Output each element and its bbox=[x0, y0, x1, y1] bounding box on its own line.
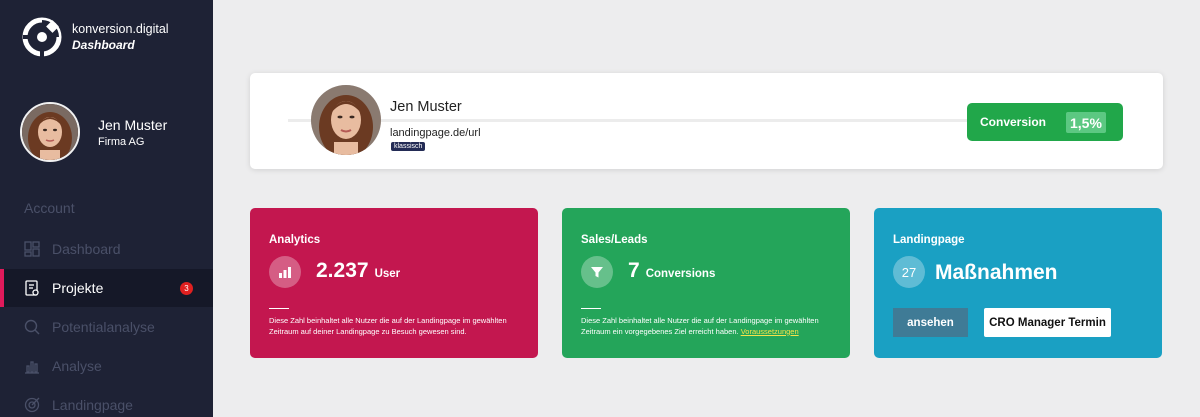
profile-divider bbox=[288, 119, 988, 122]
project-icon bbox=[24, 280, 40, 296]
target-icon bbox=[24, 397, 40, 413]
user-company: Firma AG bbox=[98, 135, 145, 148]
nav-section-account: Account bbox=[24, 200, 75, 216]
sales-leads-card: Sales/Leads 7 Conversions Diese Zahl bei… bbox=[562, 208, 850, 358]
analytics-card: Analytics 2.237 User Diese Zahl beinhalt… bbox=[250, 208, 538, 358]
measures-count-badge: 27 bbox=[893, 256, 925, 288]
sidebar-item-label: Potentialanalyse bbox=[52, 319, 155, 335]
analytics-unit: User bbox=[374, 268, 401, 280]
landingpage-card: Landingpage 27 Maßnahmen ansehen CRO Man… bbox=[874, 208, 1162, 358]
project-owner-name: Jen Muster bbox=[390, 99, 462, 115]
sidebar-item-projekte[interactable]: Projekte 3 bbox=[0, 269, 213, 307]
conversion-value: 1,5% bbox=[1066, 112, 1106, 133]
konversion-logo-icon bbox=[22, 17, 62, 57]
sidebar-item-analyse[interactable]: Analyse bbox=[0, 347, 213, 385]
sidebar: konversion.digital Dashboard Jen Muster … bbox=[0, 0, 213, 417]
sidebar-item-landingpage[interactable]: Landingpage bbox=[0, 386, 213, 417]
sales-description: Diese Zahl beinhaltet alle Nutzer die au… bbox=[581, 316, 841, 337]
project-avatar bbox=[311, 85, 381, 155]
funnel-icon bbox=[581, 256, 613, 288]
user-profile[interactable]: Jen Muster Firma AG bbox=[20, 102, 167, 162]
conversion-label: Conversion bbox=[980, 115, 1047, 129]
sidebar-item-label: Projekte bbox=[52, 280, 104, 296]
notification-badge: 3 bbox=[180, 282, 193, 295]
dashboard-icon bbox=[24, 241, 40, 257]
card-divider bbox=[269, 308, 289, 309]
card-divider bbox=[581, 308, 601, 309]
analytics-value: 2.237 bbox=[316, 259, 369, 282]
project-url[interactable]: landingpage.de/url bbox=[390, 127, 481, 139]
conversion-box: Conversion 1,5% bbox=[967, 103, 1123, 141]
sidebar-nav: Dashboard Projekte 3 Potentialanalyse An… bbox=[0, 230, 213, 417]
sales-value: 7 bbox=[628, 259, 640, 282]
measures-label: Maßnahmen bbox=[935, 261, 1058, 284]
sales-unit: Conversions bbox=[645, 268, 716, 280]
sidebar-item-potentialanalyse[interactable]: Potentialanalyse bbox=[0, 308, 213, 346]
avatar bbox=[20, 102, 80, 162]
bar-chart-icon bbox=[24, 358, 40, 374]
cro-manager-appointment-button[interactable]: CRO Manager Termin bbox=[984, 308, 1111, 337]
user-name: Jen Muster bbox=[98, 116, 168, 133]
sidebar-item-dashboard[interactable]: Dashboard bbox=[0, 230, 213, 268]
search-icon bbox=[24, 319, 40, 335]
sidebar-item-label: Landingpage bbox=[52, 397, 133, 413]
analytics-description: Diese Zahl beinhaltet alle Nutzer die au… bbox=[269, 316, 507, 336]
view-button[interactable]: ansehen bbox=[893, 308, 968, 337]
brand[interactable]: konversion.digital Dashboard bbox=[22, 17, 169, 57]
brand-name: konversion.digital bbox=[72, 22, 169, 36]
requirements-link[interactable]: Voraussetzungen bbox=[741, 327, 799, 336]
project-tag-badge: klassisch bbox=[391, 142, 426, 151]
card-title: Landingpage bbox=[893, 234, 965, 246]
card-title: Sales/Leads bbox=[581, 234, 648, 246]
sidebar-item-label: Dashboard bbox=[52, 241, 121, 257]
sidebar-item-label: Analyse bbox=[52, 358, 102, 374]
project-profile-card: Jen Muster landingpage.de/url klassisch … bbox=[250, 73, 1163, 169]
brand-subtitle: Dashboard bbox=[72, 38, 135, 52]
bar-chart-icon bbox=[269, 256, 301, 288]
card-title: Analytics bbox=[269, 234, 321, 246]
